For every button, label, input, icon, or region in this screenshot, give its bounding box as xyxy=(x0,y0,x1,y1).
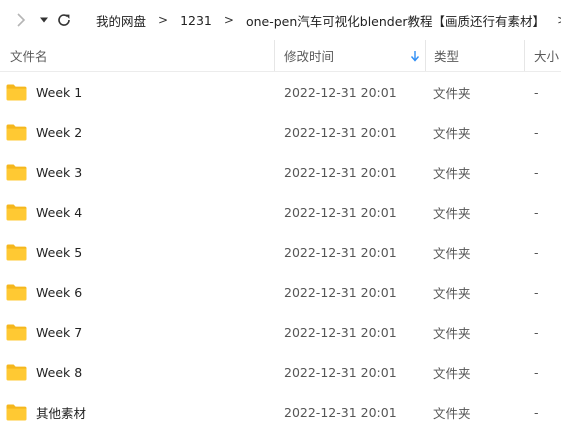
table-row[interactable]: Week 2 2022-12-31 20:01 文件夹 - xyxy=(0,112,561,152)
file-type: 文件夹 xyxy=(433,205,471,221)
file-modified-time: 2022-12-31 20:01 xyxy=(284,204,397,220)
file-name: Week 7 xyxy=(36,324,83,340)
file-modified-time: 2022-12-31 20:01 xyxy=(284,84,397,100)
file-type: 文件夹 xyxy=(433,165,471,181)
table-row[interactable]: Week 3 2022-12-31 20:01 文件夹 - xyxy=(0,152,561,192)
breadcrumb-separator: > xyxy=(223,13,234,27)
file-size: - xyxy=(534,364,539,380)
file-modified-time: 2022-12-31 20:01 xyxy=(284,404,397,420)
folder-icon xyxy=(6,232,28,272)
breadcrumb-item-1231[interactable]: 1231 xyxy=(180,13,212,28)
file-type: 文件夹 xyxy=(433,405,471,421)
table-row[interactable]: Week 1 2022-12-31 20:01 文件夹 - xyxy=(0,72,561,112)
file-size: - xyxy=(534,124,539,140)
file-size: - xyxy=(534,324,539,340)
file-type: 文件夹 xyxy=(433,285,471,301)
file-modified-time: 2022-12-31 20:01 xyxy=(284,164,397,180)
folder-icon xyxy=(6,312,28,352)
table-row[interactable]: Week 6 2022-12-31 20:01 文件夹 - xyxy=(0,272,561,312)
file-name: Week 1 xyxy=(36,84,83,100)
file-type: 文件夹 xyxy=(433,325,471,341)
refresh-icon xyxy=(58,14,70,26)
file-size: - xyxy=(534,284,539,300)
table-row[interactable]: Week 5 2022-12-31 20:01 文件夹 - xyxy=(0,232,561,272)
file-name: 其他素材 xyxy=(36,405,87,421)
breadcrumb: 我的网盘 > 1231 > one-pen汽车可视化blender教程【画质还行… xyxy=(96,0,561,40)
file-name: Week 6 xyxy=(36,284,83,300)
file-type: 文件夹 xyxy=(433,125,471,141)
folder-icon xyxy=(6,392,28,432)
file-name: Week 2 xyxy=(36,124,83,140)
column-header-modified[interactable]: 修改时间 xyxy=(275,40,426,71)
column-header-modified-label: 修改时间 xyxy=(284,49,335,64)
file-modified-time: 2022-12-31 20:01 xyxy=(284,244,397,260)
table-row[interactable]: Week 8 2022-12-31 20:01 文件夹 - xyxy=(0,352,561,392)
column-header-name-label: 文件名 xyxy=(10,49,48,64)
chevron-right-icon xyxy=(17,13,26,27)
table-row[interactable]: Week 4 2022-12-31 20:01 文件夹 - xyxy=(0,192,561,232)
table-row[interactable]: 其他素材 2022-12-31 20:01 文件夹 - xyxy=(0,392,561,432)
file-list: Week 1 2022-12-31 20:01 文件夹 - Week 2 202… xyxy=(0,72,561,432)
file-size: - xyxy=(534,244,539,260)
file-modified-time: 2022-12-31 20:01 xyxy=(284,364,397,380)
file-size: - xyxy=(534,164,539,180)
caret-down-icon xyxy=(40,17,48,23)
table-row[interactable]: Week 7 2022-12-31 20:01 文件夹 - xyxy=(0,312,561,352)
file-size: - xyxy=(534,204,539,220)
folder-icon xyxy=(6,72,28,112)
navigation-bar: 我的网盘 > 1231 > one-pen汽车可视化blender教程【画质还行… xyxy=(0,0,561,40)
folder-icon xyxy=(6,192,28,232)
column-header-type[interactable]: 类型 xyxy=(426,40,525,71)
file-size: - xyxy=(534,84,539,100)
file-name: Week 5 xyxy=(36,244,83,260)
refresh-button[interactable] xyxy=(54,10,74,30)
folder-icon xyxy=(6,152,28,192)
file-name: Week 8 xyxy=(36,364,83,380)
file-modified-time: 2022-12-31 20:01 xyxy=(284,124,397,140)
breadcrumb-item-current[interactable]: one-pen汽车可视化blender教程【画质还行有素材】 xyxy=(246,11,545,30)
breadcrumb-item-root[interactable]: 我的网盘 xyxy=(96,11,146,30)
file-modified-time: 2022-12-31 20:01 xyxy=(284,284,397,300)
folder-icon xyxy=(6,272,28,312)
file-name: Week 3 xyxy=(36,164,83,180)
sort-descending-icon xyxy=(410,51,420,62)
file-size: - xyxy=(534,404,539,420)
history-dropdown-button[interactable] xyxy=(34,10,54,30)
column-header-name[interactable]: 文件名 xyxy=(0,40,275,71)
folder-icon xyxy=(6,112,28,152)
folder-icon xyxy=(6,352,28,392)
breadcrumb-separator: > xyxy=(158,13,169,27)
forward-button[interactable] xyxy=(11,10,31,30)
file-type: 文件夹 xyxy=(433,365,471,381)
breadcrumb-separator: > xyxy=(557,13,561,27)
file-type: 文件夹 xyxy=(433,85,471,101)
file-name: Week 4 xyxy=(36,204,83,220)
column-header-size[interactable]: 大小 xyxy=(525,40,561,71)
column-header-type-label: 类型 xyxy=(434,49,460,64)
file-modified-time: 2022-12-31 20:01 xyxy=(284,324,397,340)
file-list-header: 文件名 修改时间 类型 大小 xyxy=(0,40,561,72)
column-header-size-label: 大小 xyxy=(534,49,560,64)
file-type: 文件夹 xyxy=(433,245,471,261)
